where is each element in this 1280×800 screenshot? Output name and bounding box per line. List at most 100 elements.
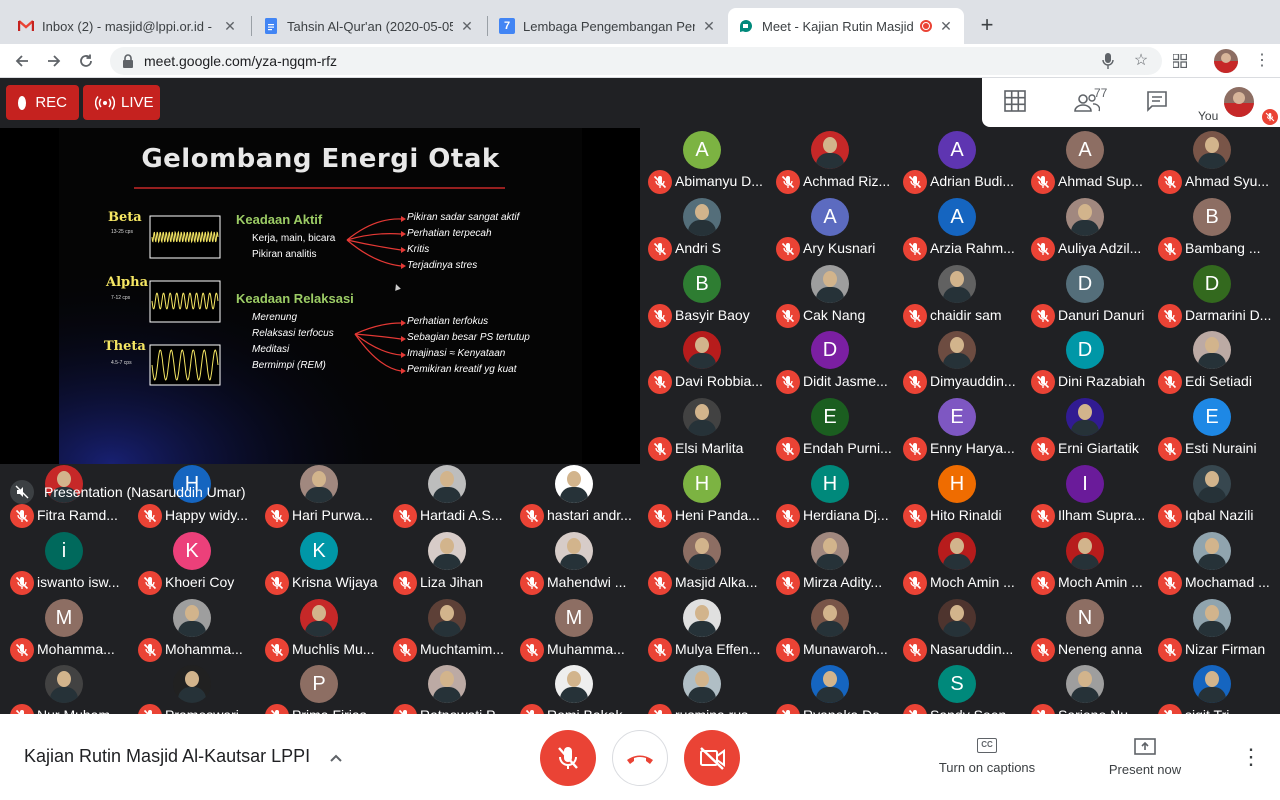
participant-tile[interactable]: E Endah Purni... — [766, 395, 893, 461]
participant-tile[interactable]: Ratnawati P... — [383, 662, 510, 714]
participant-tile[interactable]: D Danuri Danuri — [1021, 262, 1148, 328]
participant-tile[interactable]: Mahendwi ... — [510, 529, 637, 595]
participants-button[interactable]: 77 — [1074, 86, 1114, 114]
participant-tile[interactable]: S Sandy Soen... — [893, 662, 1020, 714]
participant-name: Bambang ... — [1185, 240, 1261, 256]
new-tab-button[interactable]: + — [976, 14, 998, 36]
avatar-photo-body — [943, 353, 971, 369]
participant-tile[interactable]: Moch Amin ... — [893, 529, 1020, 595]
participant-tile[interactable]: Achmad Riz... — [766, 128, 893, 194]
tab-gmail[interactable]: Inbox (2) - masjid@lppi.or.id - L ✕ — [8, 8, 248, 44]
close-tab-icon[interactable]: ✕ — [701, 18, 717, 34]
participant-tile[interactable]: Romi Bakek... — [510, 662, 637, 714]
participant-tile[interactable]: H Heni Panda... — [638, 462, 765, 528]
participant-tile[interactable]: D Dini Razabiah — [1021, 328, 1148, 394]
chat-icon[interactable] — [1146, 90, 1170, 114]
participant-tile[interactable]: Andri S — [638, 195, 765, 261]
participant-tile[interactable]: A Abimanyu D... — [638, 128, 765, 194]
present-now-button[interactable]: Present now — [1100, 738, 1190, 777]
profile-avatar[interactable] — [1214, 49, 1238, 73]
participant-tile[interactable]: H Hito Rinaldi — [893, 462, 1020, 528]
participant-tile[interactable]: chaidir sam — [893, 262, 1020, 328]
captions-button[interactable]: CC Turn on captions — [930, 738, 1044, 775]
participant-tile[interactable]: Moch Amin ... — [1021, 529, 1148, 595]
participant-tile[interactable]: Cak Nang — [766, 262, 893, 328]
participant-tile[interactable]: i iswanto isw... — [0, 529, 127, 595]
tab-docs[interactable]: Tahsin Al-Qur'an (2020-05-05 ✕ — [253, 8, 485, 44]
avatar-photo — [567, 471, 581, 487]
microphone-icon[interactable] — [1098, 51, 1118, 71]
presentation-tile[interactable]: Gelombang Energi Otak Beta 13-25 cps Alp… — [0, 128, 640, 504]
camera-toggle-button[interactable] — [684, 730, 740, 786]
participant-tile[interactable]: Sarjono Nu... — [1021, 662, 1148, 714]
participant-tile[interactable]: N Neneng anna — [1021, 596, 1148, 662]
forward-icon[interactable] — [42, 49, 66, 73]
participant-tile[interactable]: Munawaroh... — [766, 596, 893, 662]
tab-calendar[interactable]: 7 Lembaga Pengembangan Perbi ✕ — [489, 8, 727, 44]
participant-tile[interactable]: I Ilham Supra... — [1021, 462, 1148, 528]
participant-tile[interactable]: Muchtamim... — [383, 596, 510, 662]
address-bar[interactable]: meet.google.com/yza-ngqm-rfz — [110, 47, 1162, 75]
participant-tile[interactable]: Nur Muham... — [0, 662, 127, 714]
participant-tile[interactable]: Mulya Effen... — [638, 596, 765, 662]
participant-tile[interactable]: Ahmad Syu... — [1148, 128, 1275, 194]
participant-tile[interactable]: K Krisna Wijaya — [255, 529, 382, 595]
tab-meet[interactable]: Meet - Kajian Rutin Masjid ✕ — [728, 8, 964, 44]
meeting-details-toggle[interactable]: Kajian Rutin Masjid Al-Kautsar LPPI — [24, 746, 343, 768]
participant-tile[interactable]: Hartadi A.S... — [383, 462, 510, 528]
participant-tile[interactable]: Prameswari... — [128, 662, 255, 714]
participant-tile[interactable]: Muchlis Mu... — [255, 596, 382, 662]
more-options-icon[interactable]: ⋮ — [1240, 744, 1262, 770]
microphone-toggle-button[interactable] — [540, 730, 596, 786]
menu-kebab-icon[interactable]: ⋮ — [1252, 51, 1272, 71]
participant-tile[interactable]: A Ary Kusnari — [766, 195, 893, 261]
self-view-tile[interactable]: You — [1192, 78, 1280, 127]
participant-tile[interactable]: Dimyauddin... — [893, 328, 1020, 394]
participant-tile[interactable]: B Bambang ... — [1148, 195, 1275, 261]
participant-tile[interactable]: Elsi Marlita — [638, 395, 765, 461]
live-stream-button[interactable]: LIVE — [83, 85, 160, 120]
close-tab-icon[interactable]: ✕ — [222, 18, 238, 34]
back-icon[interactable] — [10, 49, 34, 73]
participant-tile[interactable]: D Didit Jasme... — [766, 328, 893, 394]
participant-tile[interactable]: sigit Tri... — [1148, 662, 1275, 714]
participant-tile[interactable]: rusmina rus... — [638, 662, 765, 714]
participant-tile[interactable]: Iqbal Nazili — [1148, 462, 1275, 528]
extensions-grid-icon[interactable] — [1170, 51, 1190, 71]
participant-tile[interactable]: A Arzia Rahm... — [893, 195, 1020, 261]
participant-tile[interactable]: M Muhamma... — [510, 596, 637, 662]
participant-tile[interactable]: M Mohamma... — [0, 596, 127, 662]
participant-tile[interactable]: Auliya Adzil... — [1021, 195, 1148, 261]
participant-tile[interactable]: Mochamad ... — [1148, 529, 1275, 595]
recording-button[interactable]: REC — [6, 85, 79, 120]
participant-tile[interactable]: B Basyir Baoy — [638, 262, 765, 328]
participant-tile[interactable]: Nasaruddin... — [893, 596, 1020, 662]
participant-tile[interactable]: A Ahmad Sup... — [1021, 128, 1148, 194]
participant-tile[interactable]: H Herdiana Dj... — [766, 462, 893, 528]
participant-tile[interactable]: Edi Setiadi — [1148, 328, 1275, 394]
reload-icon[interactable] — [74, 49, 98, 73]
participant-tile[interactable]: Hari Purwa... — [255, 462, 382, 528]
participant-tile[interactable]: E Esti Nuraini — [1148, 395, 1275, 461]
tiled-layout-icon[interactable] — [1004, 90, 1028, 114]
close-tab-icon[interactable]: ✕ — [459, 18, 475, 34]
participant-tile[interactable]: P Prima Firias — [255, 662, 382, 714]
participant-tile[interactable]: A Adrian Budi... — [893, 128, 1020, 194]
participant-tile[interactable]: Mohamma... — [128, 596, 255, 662]
participant-tile[interactable]: Nizar Firman — [1148, 596, 1275, 662]
participant-tile[interactable]: Mirza Adity... — [766, 529, 893, 595]
participant-tile[interactable]: K Khoeri Coy — [128, 529, 255, 595]
leave-call-button[interactable] — [612, 730, 668, 786]
participant-tile[interactable]: Liza Jihan — [383, 529, 510, 595]
participant-tile[interactable]: Ryaneka Da... — [766, 662, 893, 714]
participant-tile[interactable]: Davi Robbia... — [638, 328, 765, 394]
participant-tile[interactable]: D Darmarini D... — [1148, 262, 1275, 328]
close-tab-icon[interactable]: ✕ — [938, 18, 954, 34]
participant-tile[interactable]: Erni Giartatik — [1021, 395, 1148, 461]
participant-tile[interactable]: Masjid Alka... — [638, 529, 765, 595]
participant-tile[interactable]: hastari andr... — [510, 462, 637, 528]
mic-muted-icon — [10, 571, 34, 595]
participant-tile[interactable]: E Enny Harya... — [893, 395, 1020, 461]
bookmark-star-icon[interactable]: ☆ — [1131, 51, 1151, 71]
participant-name: Fitra Ramd... — [37, 507, 118, 523]
